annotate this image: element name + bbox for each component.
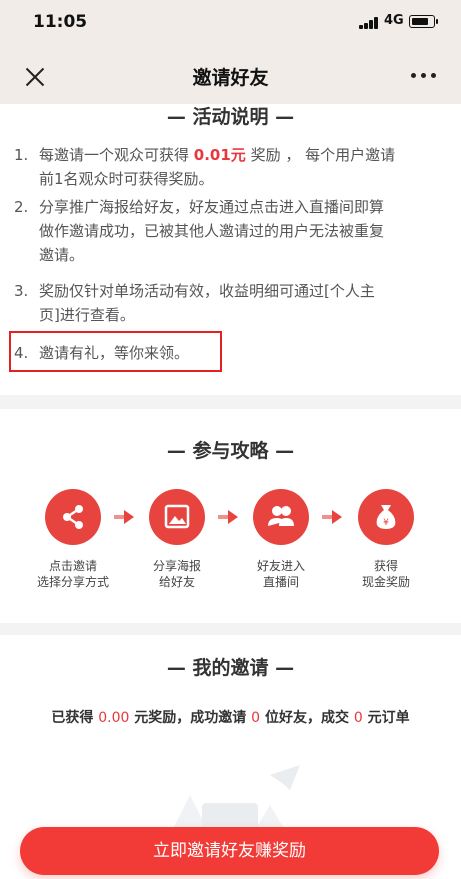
battery-icon [409,15,438,28]
step-label: 好友进入 直播间 [256,559,305,589]
earned-value: 0.00 [98,710,130,726]
invite-friends-button[interactable]: 立即邀请好友赚奖励 [20,827,439,875]
guide-section: — 参与攻略 — ¥ 点击邀请 选择分享方式 分享海报 给好友 好友进入 直播间… [0,409,461,623]
guide-title: — 参与攻略 — [166,440,295,462]
invited-count: 0 [251,710,261,726]
svg-text:¥: ¥ [383,518,389,528]
highlight-box [9,331,222,372]
more-options-icon[interactable] [411,73,437,81]
activity-title: — 活动说明 — [166,106,295,128]
share-icon [45,489,101,545]
step-label: 分享海报 给好友 [152,559,201,589]
arrow-right-icon [218,510,238,524]
invite-stats: 已获得 0.00 元奖励，成功邀请 0 位好友，成交 0 元订单 [51,710,410,726]
reward-amount: 0.01元 [193,146,246,164]
image-icon [149,489,205,545]
arrow-right-icon [114,510,134,524]
top-bar: 11:05 4G 邀请好友 [0,0,461,104]
step-label: 点击邀请 选择分享方式 [36,559,109,589]
status-time: 11:05 [33,12,88,32]
step-label: 获得 现金奖励 [361,559,410,589]
page-title: 邀请好友 [192,67,269,89]
network-label: 4G [384,13,404,28]
my-invite-title: — 我的邀请 — [166,657,295,679]
orders-value: 0 [353,710,363,726]
signal-icon [359,17,381,29]
users-icon [253,489,309,545]
money-bag-icon: ¥ [358,489,414,545]
status-bar: 11:05 4G [0,0,461,44]
arrow-right-icon [322,510,342,524]
